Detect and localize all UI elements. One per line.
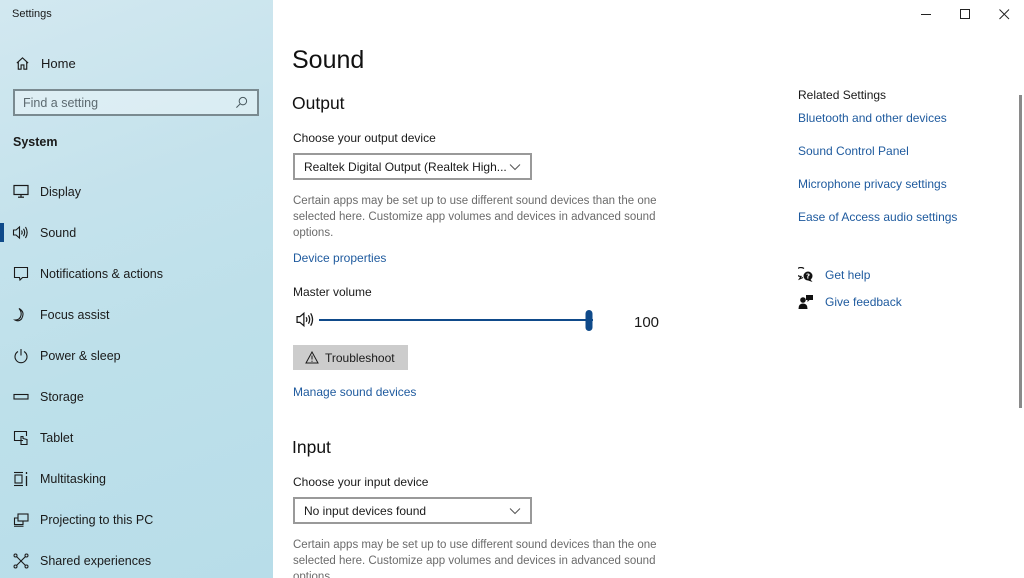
- home-label: Home: [41, 55, 76, 71]
- ease-of-access-audio-link[interactable]: Ease of Access audio settings: [798, 210, 957, 224]
- sidebar-item-label: Display: [40, 184, 81, 199]
- master-volume-label: Master volume: [293, 285, 372, 299]
- get-help-icon: ?: [798, 267, 814, 283]
- sidebar-item-tablet[interactable]: Tablet: [0, 417, 273, 458]
- notification-icon: [12, 265, 29, 282]
- get-help-label: Get help: [825, 268, 871, 282]
- sound-control-panel-link[interactable]: Sound Control Panel: [798, 144, 909, 158]
- input-heading: Input: [292, 437, 331, 457]
- input-device-dropdown[interactable]: No input devices found: [293, 497, 532, 524]
- sidebar-item-label: Storage: [40, 389, 84, 404]
- troubleshoot-button[interactable]: Troubleshoot: [293, 345, 408, 370]
- bluetooth-devices-link[interactable]: Bluetooth and other devices: [798, 111, 947, 125]
- close-icon: [999, 8, 1010, 19]
- projecting-icon: [12, 511, 29, 528]
- manage-sound-devices-link[interactable]: Manage sound devices: [293, 385, 416, 399]
- svg-text:?: ?: [806, 273, 810, 281]
- master-volume-value: 100: [634, 314, 660, 331]
- device-properties-link[interactable]: Device properties: [293, 251, 386, 265]
- sidebar-item-label: Power & sleep: [40, 348, 121, 363]
- monitor-icon: [12, 183, 29, 200]
- sidebar-item-label: Multitasking: [40, 471, 106, 486]
- speaker-icon: [12, 224, 29, 241]
- input-device-label: Choose your input device: [293, 475, 429, 489]
- output-device-dropdown[interactable]: Realtek Digital Output (Realtek High...: [293, 153, 532, 180]
- give-feedback-label: Give feedback: [825, 295, 902, 309]
- minimize-button[interactable]: [907, 0, 946, 28]
- app-title: Settings: [12, 8, 52, 20]
- output-heading: Output: [292, 93, 345, 113]
- maximize-icon: [960, 8, 970, 19]
- chevron-down-icon: [509, 507, 521, 515]
- multitasking-icon: [12, 470, 29, 487]
- power-icon: [12, 347, 29, 364]
- sidebar-home[interactable]: Home: [14, 53, 76, 73]
- input-description: Certain apps may be set up to use differ…: [293, 539, 657, 578]
- sidebar-item-projecting[interactable]: Projecting to this PC: [0, 499, 273, 540]
- microphone-privacy-link[interactable]: Microphone privacy settings: [798, 177, 947, 191]
- moon-icon: [12, 306, 29, 323]
- search-icon[interactable]: [235, 96, 249, 110]
- maximize-button[interactable]: [946, 0, 985, 28]
- troubleshoot-label: Troubleshoot: [325, 350, 395, 365]
- sidebar-item-power-sleep[interactable]: Power & sleep: [0, 335, 273, 376]
- speaker-icon[interactable]: [295, 311, 315, 329]
- search-input[interactable]: [23, 95, 235, 110]
- sidebar-item-label: Shared experiences: [40, 553, 152, 568]
- sidebar-nav: Display Sound Notifications & actions Fo…: [0, 171, 273, 578]
- warning-icon: [305, 351, 319, 364]
- page-title: Sound: [292, 46, 365, 74]
- sidebar-item-label: Focus assist: [40, 307, 110, 322]
- sidebar-item-shared-experiences[interactable]: Shared experiences: [0, 540, 273, 578]
- sidebar-item-label: Notifications & actions: [40, 266, 163, 281]
- sidebar-item-storage[interactable]: Storage: [0, 376, 273, 417]
- close-button[interactable]: [985, 0, 1024, 28]
- sidebar-item-label: Projecting to this PC: [40, 512, 154, 527]
- sidebar-item-notifications[interactable]: Notifications & actions: [0, 253, 273, 294]
- shared-experiences-icon: [12, 552, 29, 569]
- related-settings-heading: Related Settings: [798, 88, 887, 102]
- scrollbar[interactable]: [1019, 95, 1022, 408]
- sidebar-item-sound[interactable]: Sound: [0, 212, 273, 253]
- master-volume-slider[interactable]: [319, 310, 593, 332]
- master-volume-row: 100: [295, 310, 675, 332]
- sidebar: Settings Home System Display Sound: [0, 0, 273, 578]
- storage-icon: [12, 388, 29, 405]
- tablet-icon: [12, 429, 29, 446]
- sidebar-item-label: Sound: [40, 225, 77, 240]
- home-icon: [14, 55, 30, 71]
- search-box[interactable]: [13, 89, 259, 116]
- feedback-icon: [798, 294, 814, 310]
- section-label-system: System: [13, 135, 58, 149]
- window-controls: [907, 0, 1024, 28]
- sidebar-item-focus-assist[interactable]: Focus assist: [0, 294, 273, 335]
- main-content: Sound Output Choose your output device R…: [292, 0, 772, 578]
- get-help-link[interactable]: ? Get help: [798, 267, 870, 283]
- slider-fill: [319, 319, 593, 321]
- give-feedback-link[interactable]: Give feedback: [798, 294, 902, 310]
- sidebar-item-multitasking[interactable]: Multitasking: [0, 458, 273, 499]
- minimize-icon: [921, 13, 931, 15]
- output-device-label: Choose your output device: [293, 131, 436, 145]
- output-device-value: Realtek Digital Output (Realtek High...: [304, 159, 507, 174]
- slider-thumb[interactable]: [585, 310, 593, 331]
- sidebar-item-display[interactable]: Display: [0, 171, 273, 212]
- output-description: Certain apps may be set up to use differ…: [293, 195, 657, 239]
- input-device-value: No input devices found: [304, 503, 427, 518]
- sidebar-item-label: Tablet: [40, 430, 74, 445]
- chevron-down-icon: [509, 163, 521, 171]
